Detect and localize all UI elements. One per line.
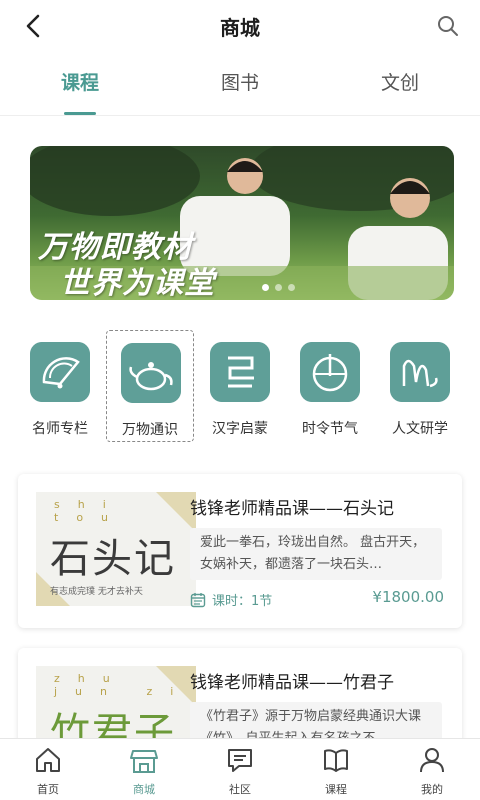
sundial-icon <box>300 342 360 402</box>
nav-profile[interactable]: 我的 <box>384 739 480 800</box>
category-grid: 名师专栏 万物通识 汉字启蒙 时令节气 人文研学 <box>16 330 464 442</box>
top-bar: 商城 <box>0 0 480 52</box>
tab-books[interactable]: 图书 <box>160 52 320 115</box>
category-solar-terms[interactable]: 时令节气 <box>286 330 374 442</box>
store-icon <box>130 750 158 773</box>
chat-icon <box>228 749 252 772</box>
page-title: 商城 <box>220 16 260 40</box>
course-title: 钱锋老师精品课——石头记 <box>190 499 394 519</box>
cover-title: 石头记 <box>50 536 176 582</box>
category-general-knowledge[interactable]: 万物通识 <box>106 330 194 442</box>
course-description: 爱此一拳石，玲珑出自然。 盘古开天，女娲补天，都遗落了一块石头… <box>190 528 442 580</box>
bottom-navigation: 首页 商城 社区 课程 我的 <box>0 738 480 800</box>
course-cover: shi tou 石头记 有志成完璞 无才去补天 <box>36 492 196 606</box>
calendar-icon <box>190 592 206 607</box>
mountain-icon <box>390 342 450 402</box>
promo-banner[interactable]: 万物即教材 世界为课堂 <box>30 146 454 300</box>
category-chinese-characters[interactable]: 汉字启蒙 <box>196 330 284 442</box>
course-price: ¥1800.00 <box>372 588 444 606</box>
character-icon <box>210 342 270 402</box>
carousel-dot[interactable] <box>288 284 295 291</box>
nav-home[interactable]: 首页 <box>0 739 96 800</box>
cover-pinyin: shi tou <box>54 498 127 524</box>
tab-courses[interactable]: 课程 <box>0 52 160 115</box>
home-icon <box>36 748 60 772</box>
cover-subtitle: 有志成完璞 无才去补天 <box>50 587 143 597</box>
book-icon <box>324 749 348 772</box>
course-lessons: 课时：1节 <box>190 590 272 609</box>
category-humanities-study[interactable]: 人文研学 <box>376 330 464 442</box>
nav-store[interactable]: 商城 <box>96 739 192 800</box>
teapot-icon <box>121 343 181 403</box>
banner-line-2: 世界为课堂 <box>60 266 215 300</box>
search-icon[interactable] <box>432 10 464 42</box>
fan-icon <box>30 342 90 402</box>
course-card[interactable]: shi tou 石头记 有志成完璞 无才去补天 钱锋老师精品课——石头记 爱此一… <box>18 474 462 628</box>
category-tabs: 课程 图书 文创 <box>0 52 480 116</box>
category-famous-teachers[interactable]: 名师专栏 <box>16 330 104 442</box>
carousel-dot[interactable] <box>275 284 282 291</box>
carousel-indicator <box>262 284 295 291</box>
carousel-dot[interactable] <box>262 284 269 291</box>
nav-community[interactable]: 社区 <box>192 739 288 800</box>
course-title: 钱锋老师精品课——竹君子 <box>190 673 394 693</box>
nav-courses[interactable]: 课程 <box>288 739 384 800</box>
cover-pinyin: zhu jun zi <box>54 672 192 698</box>
user-icon <box>420 748 444 773</box>
tab-cultural-products[interactable]: 文创 <box>320 52 480 115</box>
